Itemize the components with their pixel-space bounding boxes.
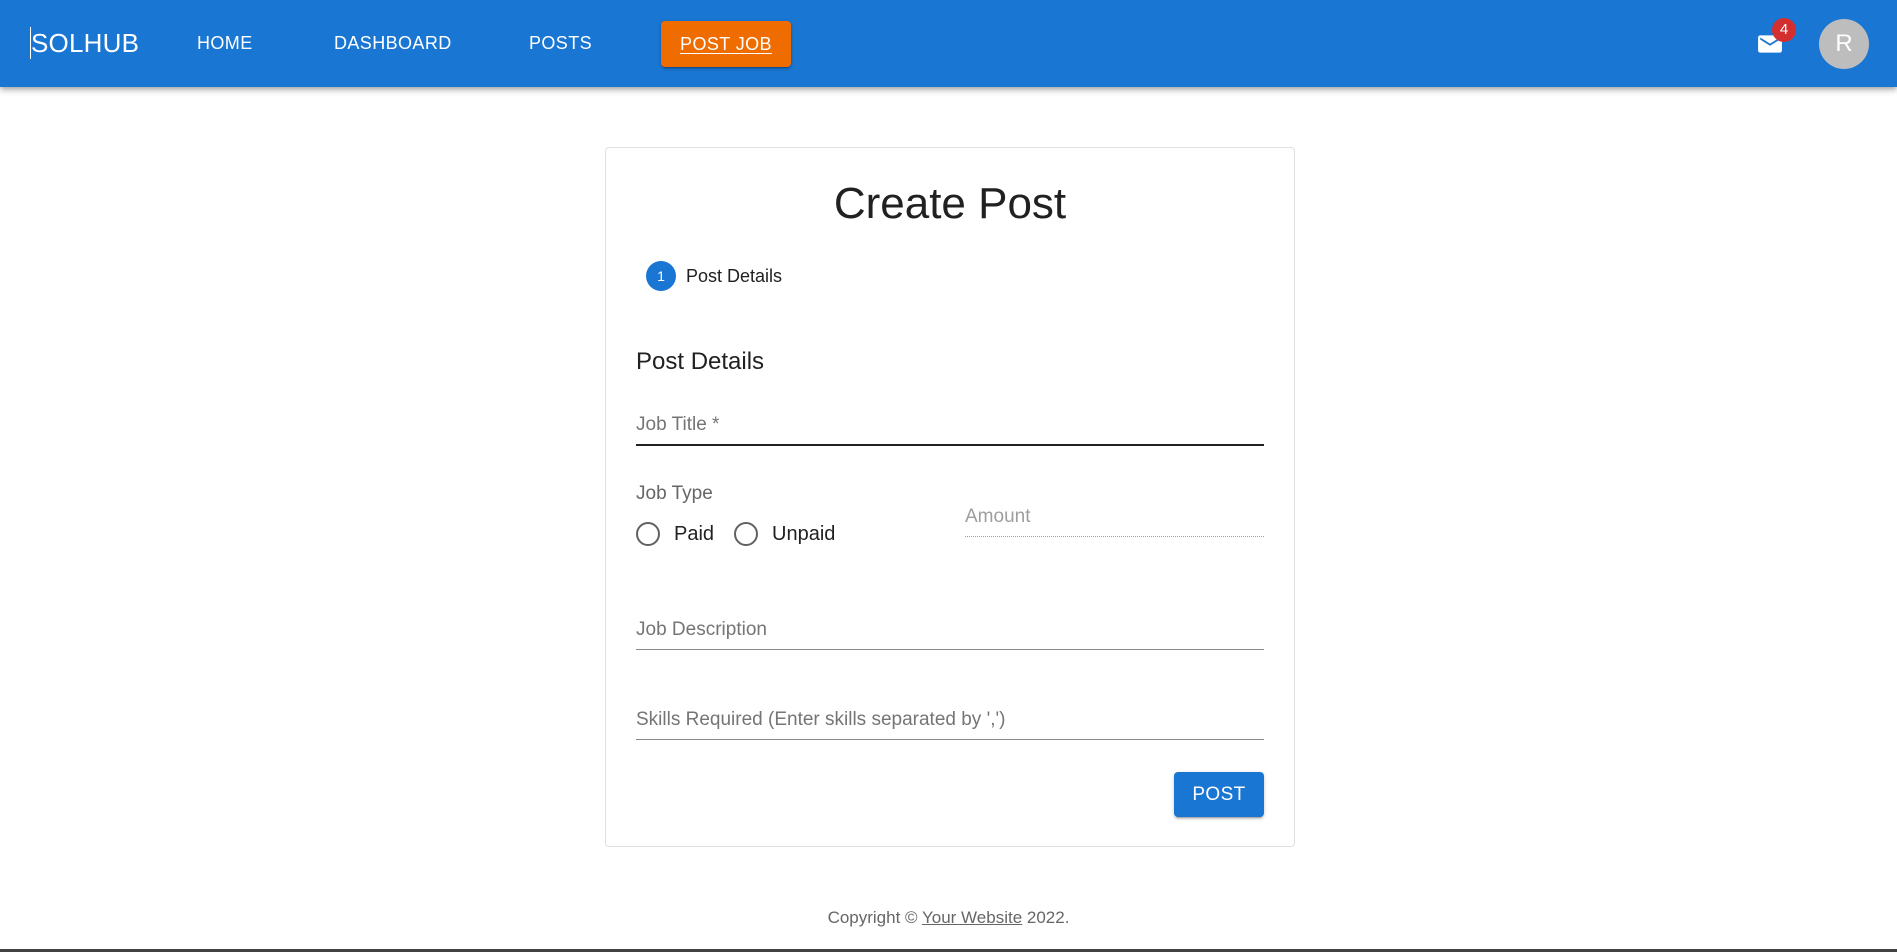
post-button[interactable]: POST [1174, 772, 1264, 817]
nav-home-button[interactable]: HOME [197, 22, 253, 64]
page-title: Create Post [833, 179, 1067, 228]
nav-post-job-button[interactable]: POST JOB [661, 21, 791, 67]
footer-suffix: 2022. [1022, 908, 1070, 927]
amount-input[interactable] [965, 506, 1264, 536]
footer-prefix: Copyright © [827, 908, 922, 927]
nav-dashboard-button[interactable]: DASHBOARD [334, 22, 452, 64]
step-number: 1 [646, 261, 676, 291]
stepper-step: 1 Post Details [646, 261, 782, 291]
nav-posts-button[interactable]: POSTS [529, 22, 592, 64]
radio-paid-label[interactable]: Paid [674, 523, 714, 546]
brand-logo[interactable]: SOLHUB [30, 27, 139, 59]
footer: Copyright © Your Website 2022. [0, 908, 1897, 928]
section-title: Post Details [636, 348, 765, 375]
job-title-input[interactable] [636, 414, 1264, 444]
radio-unpaid-label[interactable]: Unpaid [772, 523, 835, 546]
radio-unpaid[interactable] [734, 522, 759, 546]
app-bar: SOLHUB HOME DASHBOARD POSTS POST JOB 4 R [0, 0, 1897, 87]
avatar[interactable]: R [1819, 19, 1869, 69]
job-title-field [636, 414, 1264, 446]
mail-badge: 4 [1772, 18, 1796, 42]
job-type-label: Job Type [636, 483, 713, 504]
amount-field [965, 506, 1264, 537]
job-description-input[interactable] [636, 619, 1264, 649]
job-type-radio-group: Paid Unpaid [636, 522, 855, 546]
skills-input[interactable] [636, 709, 1264, 739]
radio-paid[interactable] [636, 522, 660, 546]
job-description-field [636, 619, 1264, 650]
create-post-card: Create Post 1 Post Details Post Details … [605, 147, 1295, 847]
step-label: Post Details [686, 265, 783, 286]
skills-field [636, 709, 1264, 740]
footer-website-link[interactable]: Your Website [922, 908, 1022, 927]
